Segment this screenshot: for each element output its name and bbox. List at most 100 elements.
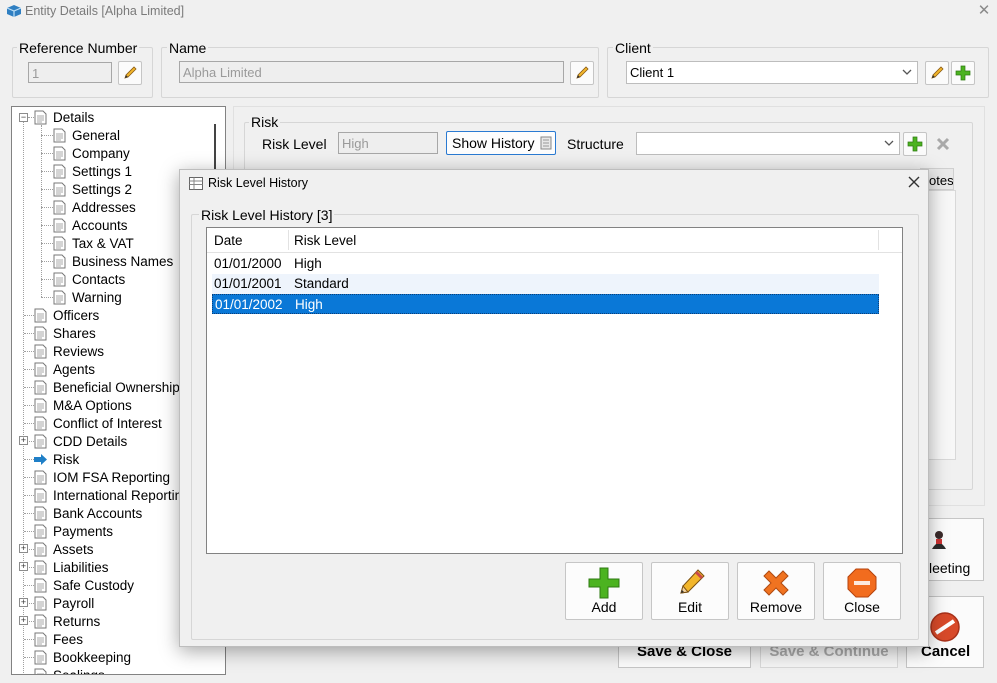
edit-reference-button[interactable] [118,61,142,85]
x-icon [936,137,950,151]
tree-item-payments[interactable]: Payments [34,522,113,540]
tree-item-conflict-of-interest[interactable]: Conflict of Interest [34,414,162,432]
plus-icon [588,567,620,599]
close-button[interactable]: Close [823,562,901,620]
tree-item-details[interactable]: Details [34,108,94,126]
tree-item-settings-2[interactable]: Settings 2 [53,180,132,198]
column-header-risk-level[interactable]: Risk Level [294,233,356,248]
show-history-button[interactable]: Show History [446,131,556,155]
document-icon [53,290,66,304]
tree-item-liabilities[interactable]: Liabilities [34,558,109,576]
window-close-button[interactable]: ✕ [976,2,992,20]
tree-item-international-reporting[interactable]: International Reporting [34,486,190,504]
expand-toggle[interactable]: + [19,616,28,625]
meeting-button[interactable]: leeting [920,518,984,581]
column-header-date[interactable]: Date [214,233,243,248]
document-icon [34,110,47,124]
tree-item-cdd-details[interactable]: CDD Details [34,432,127,450]
table-row[interactable]: 01/01/2001 Standard [212,274,879,294]
tree-item-fees[interactable]: Fees [34,630,83,648]
dialog-close-button[interactable] [904,173,924,193]
expand-toggle[interactable]: + [19,598,28,607]
add-client-button[interactable] [951,61,975,85]
document-icon [34,578,47,592]
tree-item-business-names[interactable]: Business Names [53,252,173,270]
stop-icon [847,568,877,598]
app-icon [6,5,22,17]
client-select-value: Client 1 [630,65,675,80]
row-date: 01/01/2000 [214,256,282,271]
document-icon [53,164,66,178]
tree-item-contacts[interactable]: Contacts [53,270,125,288]
add-structure-button[interactable] [903,132,927,156]
risk-level-input[interactable]: High [338,132,438,154]
history-list[interactable]: Date Risk Level 01/01/2000 High 01/01/2001… [206,227,903,554]
tree-item-iom-fsa-reporting[interactable]: IOM FSA Reporting [34,468,170,486]
document-icon [34,524,47,538]
x-icon [763,570,789,596]
tree-item-label: Assets [53,541,94,557]
document-icon [53,128,66,142]
add-button[interactable]: Add [565,562,643,620]
tab-content-area [928,190,956,460]
tree-item-label: Liabilities [53,559,109,575]
reference-input[interactable]: 1 [28,62,112,83]
tree-item-label: Safe Custody [53,577,135,593]
tree-item-reviews[interactable]: Reviews [34,342,104,360]
document-icon [34,326,47,340]
tree-item-label: Tax & VAT [72,235,134,251]
history-icon [540,136,552,150]
expand-toggle[interactable]: + [19,544,28,553]
tree-item-payroll[interactable]: Payroll [34,594,94,612]
expand-toggle[interactable]: + [19,436,28,445]
tree-item-shares[interactable]: Shares [34,324,96,342]
tree-item-label: Returns [53,613,101,629]
client-select[interactable]: Client 1 [626,61,918,84]
show-history-label: Show History [452,135,535,151]
tree-item-warning[interactable]: Warning [53,288,122,306]
tree-item-company[interactable]: Company [53,144,130,162]
tree-item-assets[interactable]: Assets [34,540,94,558]
document-icon [34,614,47,628]
tree-item-beneficial-ownership[interactable]: Beneficial Ownership [34,378,180,396]
remove-button-label: Remove [749,599,803,615]
structure-select[interactable] [636,132,900,155]
table-row[interactable]: 01/01/2002 High [212,294,879,314]
document-icon [34,488,47,502]
collapse-details-toggle[interactable]: − [19,113,28,122]
tree-item-label: International Reporting [53,487,190,503]
tree-item-general[interactable]: General [53,126,120,144]
tree-item-risk[interactable]: Risk [34,450,79,468]
document-icon [34,668,47,674]
tree-item-label: Payroll [53,595,95,611]
tree-item-label: CDD Details [53,433,128,449]
expand-toggle[interactable]: + [19,562,28,571]
tree-item-agents[interactable]: Agents [34,360,95,378]
remove-structure-button[interactable] [931,132,955,156]
document-icon [53,254,66,268]
tree-item-addresses[interactable]: Addresses [53,198,136,216]
tree-item-accounts[interactable]: Accounts [53,216,128,234]
edit-button[interactable]: Edit [651,562,729,620]
edit-name-button[interactable] [570,61,594,85]
name-input[interactable]: Alpha Limited [179,61,564,83]
edit-client-button[interactable] [925,61,949,85]
tree-item-safe-custody[interactable]: Safe Custody [34,576,134,594]
tree-item-label: Company [72,145,130,161]
window-title-bar: Entity Details [Alpha Limited] [0,0,997,24]
table-row[interactable]: 01/01/2000 High [212,254,879,274]
tree-item-officers[interactable]: Officers [34,306,99,324]
tree-item-settings-1[interactable]: Settings 1 [53,162,132,180]
tree-item-tax-vat[interactable]: Tax & VAT [53,234,134,252]
tree-item-label: Conflict of Interest [53,415,162,431]
document-icon [53,146,66,160]
tree-item-returns[interactable]: Returns [34,612,100,630]
tree-item-sealings[interactable]: Sealings [34,666,105,674]
close-button-label: Close [844,599,880,615]
tree-item-bookkeeping[interactable]: Bookkeeping [34,648,131,666]
tree-item-label: Business Names [72,253,174,269]
document-icon [34,434,47,448]
tree-item-bank-accounts[interactable]: Bank Accounts [34,504,142,522]
remove-button[interactable]: Remove [737,562,815,620]
tree-item-m-a-options[interactable]: M&A Options [34,396,132,414]
